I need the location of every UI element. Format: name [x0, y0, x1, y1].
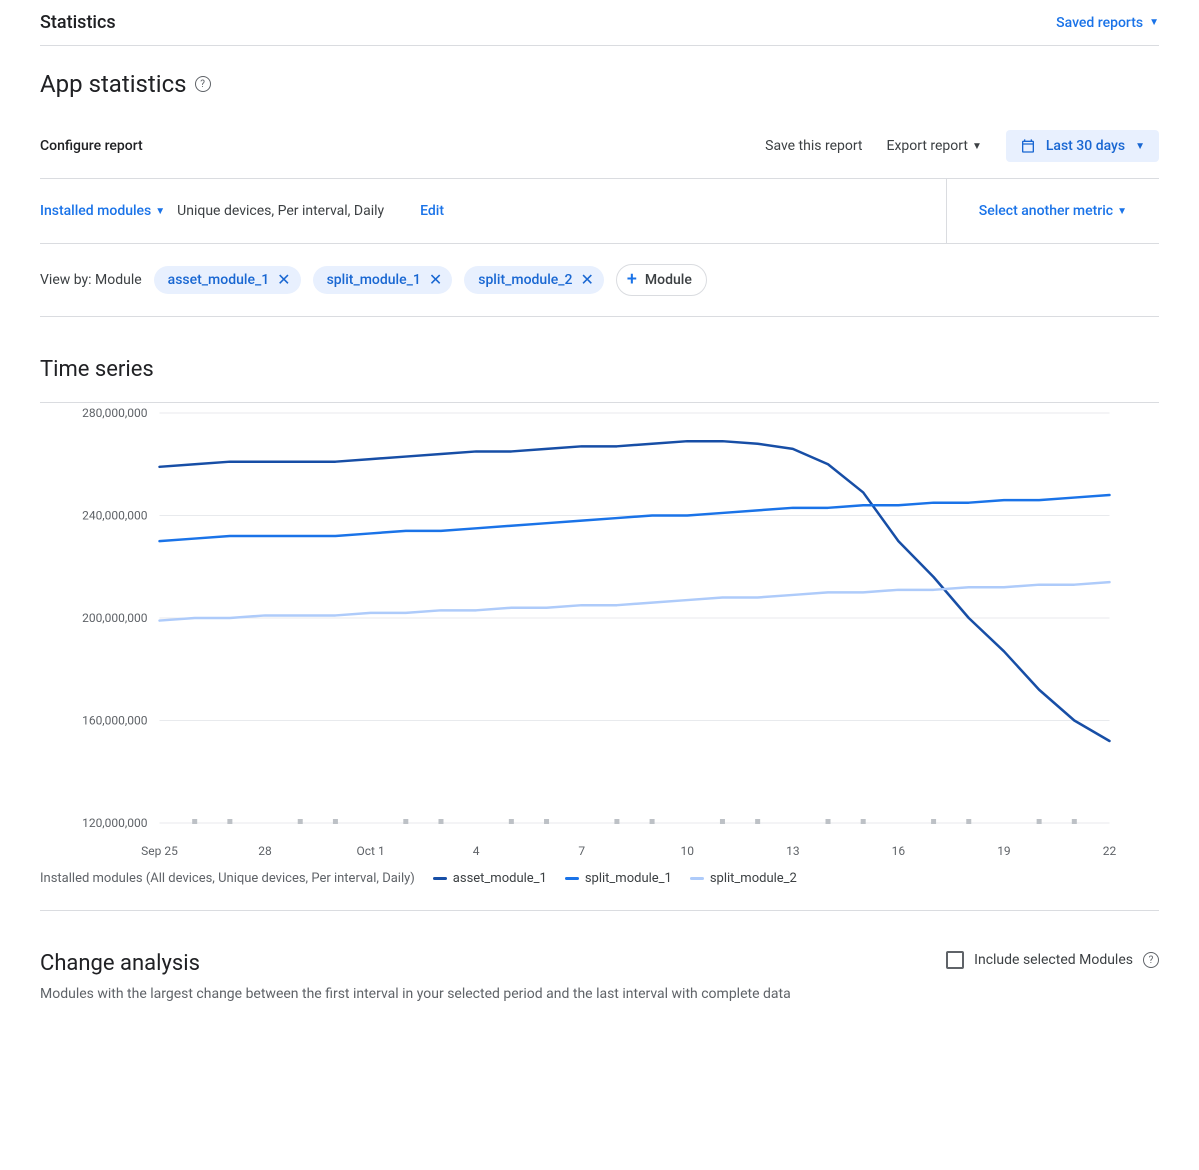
chip-label: asset_module_1 — [168, 272, 270, 288]
date-range-label: Last 30 days — [1046, 138, 1125, 154]
view-by-label: View by: Module — [40, 272, 142, 288]
svg-text:10: 10 — [681, 844, 695, 858]
change-analysis-title: Change analysis — [40, 951, 791, 976]
chart-legend: Installed modules (All devices, Unique d… — [40, 863, 1159, 911]
svg-text:160,000,000: 160,000,000 — [82, 714, 148, 728]
legend-item: asset_module_1 — [433, 871, 547, 886]
include-modules-label: Include selected Modules — [974, 952, 1133, 968]
legend-swatch — [433, 877, 447, 880]
add-module-button[interactable]: + Module — [616, 264, 707, 296]
chevron-down-icon: ▼ — [1117, 206, 1127, 217]
close-icon[interactable]: ✕ — [429, 272, 442, 288]
legend-swatch — [565, 877, 579, 880]
legend-prefix: Installed modules (All devices, Unique d… — [40, 871, 415, 886]
legend-swatch — [690, 877, 704, 880]
legend-label: asset_module_1 — [453, 871, 547, 886]
time-series-chart: 280,000,000 240,000,000 200,000,000 160,000… — [40, 403, 1159, 863]
svg-text:200,000,000: 200,000,000 — [82, 611, 148, 625]
svg-text:13: 13 — [786, 844, 800, 858]
chip-label: split_module_2 — [478, 272, 572, 288]
chip-label: split_module_1 — [327, 272, 421, 288]
export-report-dropdown[interactable]: Export report ▼ — [887, 138, 982, 154]
page-title: App statistics — [40, 70, 187, 98]
svg-text:22: 22 — [1103, 844, 1117, 858]
svg-text:28: 28 — [258, 844, 272, 858]
metric-config-text: Unique devices, Per interval, Daily — [177, 203, 384, 219]
legend-label: split_module_2 — [710, 871, 797, 886]
legend-item: split_module_1 — [565, 871, 672, 886]
export-report-label: Export report — [887, 138, 968, 154]
select-another-label: Select another metric — [979, 203, 1113, 219]
svg-text:7: 7 — [578, 844, 585, 858]
svg-text:240,000,000: 240,000,000 — [82, 509, 148, 523]
svg-text:16: 16 — [892, 844, 906, 858]
change-analysis-desc: Modules with the largest change between … — [40, 986, 791, 1002]
plus-icon: + — [627, 271, 637, 289]
saved-reports-dropdown[interactable]: Saved reports ▼ — [1056, 15, 1159, 31]
filter-chip-split-module-2[interactable]: split_module_2 ✕ — [464, 266, 604, 294]
edit-metric-button[interactable]: Edit — [420, 203, 444, 219]
include-modules-checkbox[interactable] — [946, 951, 964, 969]
svg-text:4: 4 — [473, 844, 480, 858]
date-range-picker[interactable]: Last 30 days ▼ — [1006, 130, 1159, 162]
add-module-label: Module — [645, 272, 692, 288]
svg-text:Sep 25: Sep 25 — [141, 844, 178, 858]
calendar-icon — [1020, 138, 1036, 154]
saved-reports-label: Saved reports — [1056, 15, 1143, 31]
svg-text:19: 19 — [997, 844, 1011, 858]
primary-metric-dropdown[interactable]: Installed modules ▼ — [40, 203, 165, 219]
chevron-down-icon: ▼ — [155, 206, 165, 217]
svg-text:280,000,000: 280,000,000 — [82, 406, 148, 420]
close-icon[interactable]: ✕ — [277, 272, 290, 288]
svg-text:Oct 1: Oct 1 — [357, 844, 385, 858]
save-report-label: Save this report — [765, 138, 862, 154]
filter-chip-asset-module-1[interactable]: asset_module_1 ✕ — [154, 266, 301, 294]
help-icon[interactable]: ? — [1143, 952, 1159, 968]
chevron-down-icon: ▼ — [1149, 17, 1159, 28]
primary-metric-label: Installed modules — [40, 203, 151, 219]
select-another-metric-button[interactable]: Select another metric ▼ — [979, 203, 1127, 219]
configure-report-label: Configure report — [40, 138, 143, 154]
chevron-down-icon: ▼ — [1135, 141, 1145, 152]
filter-chip-split-module-1[interactable]: split_module_1 ✕ — [313, 266, 453, 294]
chevron-down-icon: ▼ — [972, 141, 982, 152]
legend-label: split_module_1 — [585, 871, 672, 886]
time-series-title: Time series — [40, 317, 1159, 402]
close-icon[interactable]: ✕ — [580, 272, 593, 288]
legend-item: split_module_2 — [690, 871, 797, 886]
svg-text:120,000,000: 120,000,000 — [82, 816, 148, 830]
save-report-button[interactable]: Save this report — [765, 138, 862, 154]
help-icon[interactable]: ? — [195, 76, 211, 92]
page-section-title: Statistics — [40, 12, 116, 33]
